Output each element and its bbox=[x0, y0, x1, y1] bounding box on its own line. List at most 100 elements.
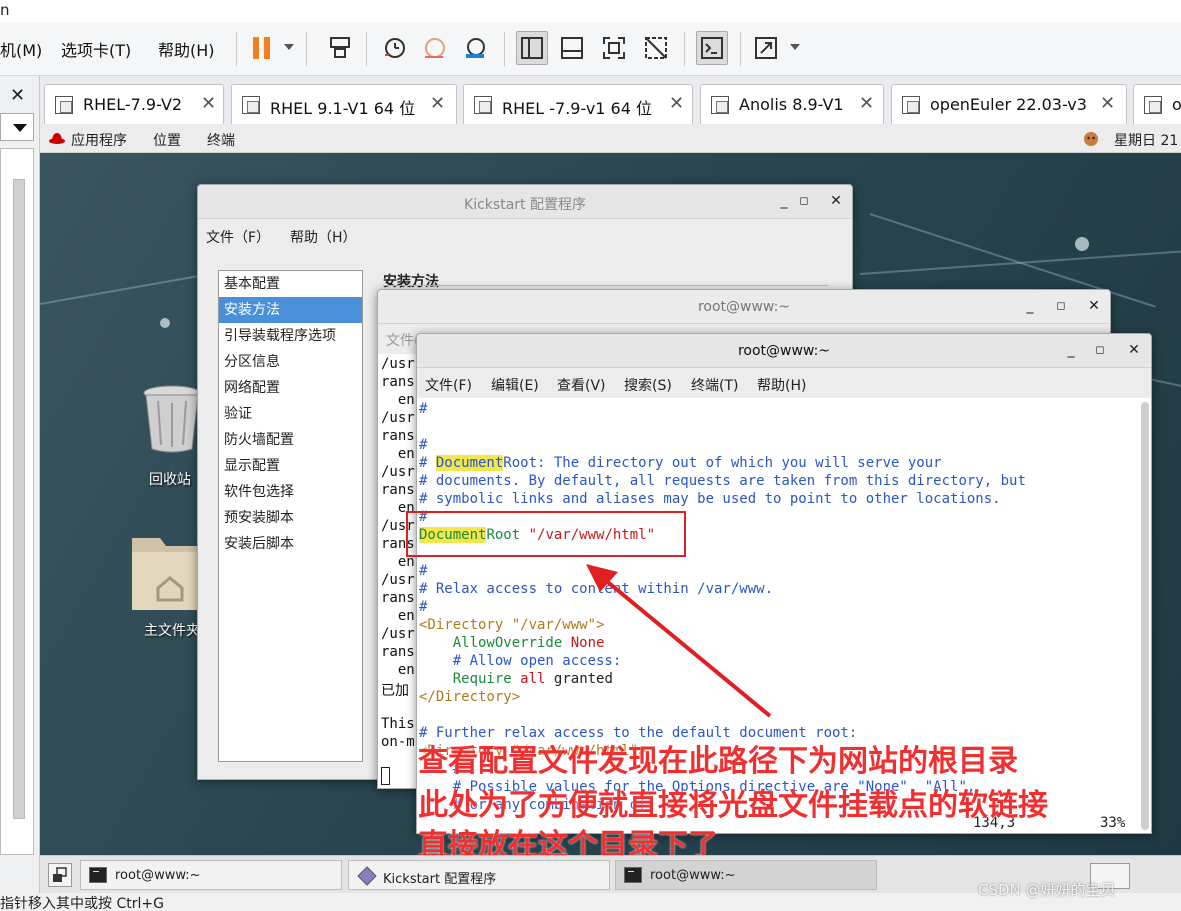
home-folder-label: 主文件夹 bbox=[144, 623, 200, 639]
library-scrollbar[interactable] bbox=[13, 179, 25, 819]
comment-text: Root: The directory out of which you wil… bbox=[503, 455, 942, 471]
menu-search[interactable]: 搜索(S) bbox=[624, 375, 672, 395]
wallpaper-dot bbox=[160, 318, 170, 328]
snapshot-manager-button[interactable] bbox=[459, 31, 491, 65]
vm-tab[interactable]: openEuler 22.03-v3 ✕ bbox=[891, 84, 1127, 124]
category-item[interactable]: 验证 bbox=[219, 401, 362, 427]
vm-tab[interactable]: RHEL 9.1-V1 64 位 ✕ bbox=[231, 84, 457, 124]
vm-tab-label: openEuler 22.03-v3 bbox=[930, 95, 1087, 114]
terminal-output-line: /usr bbox=[381, 626, 415, 642]
maximize-icon[interactable]: ◻ bbox=[796, 193, 812, 209]
close-library-icon[interactable]: ✕ bbox=[10, 85, 25, 106]
places-menu[interactable]: 位置 bbox=[153, 130, 181, 150]
directive-name: Require bbox=[452, 671, 512, 687]
terminal-output-line: /usr bbox=[381, 410, 415, 426]
pause-dropdown-caret[interactable] bbox=[284, 44, 294, 50]
terminal-titlebar[interactable]: root@www:~ _ ◻ ✕ bbox=[378, 290, 1110, 324]
maximize-icon[interactable]: ◻ bbox=[1092, 342, 1108, 358]
unity-button[interactable] bbox=[640, 31, 672, 65]
directive-value: granted bbox=[553, 671, 613, 687]
close-icon[interactable]: ✕ bbox=[1126, 342, 1142, 358]
terminal-scrollbar[interactable] bbox=[1141, 402, 1149, 830]
terminal-output-line: This bbox=[381, 716, 415, 732]
maximize-icon[interactable]: ◻ bbox=[1053, 298, 1069, 314]
close-icon[interactable]: ✕ bbox=[859, 93, 874, 114]
category-item[interactable]: 引导装载程序选项 bbox=[219, 323, 362, 349]
category-item-selected[interactable]: 安装方法 bbox=[219, 297, 362, 323]
category-item[interactable]: 安装后脚本 bbox=[219, 531, 362, 557]
vm-tab[interactable]: RHEL -7.9-v1 64 位 ✕ bbox=[463, 84, 693, 124]
vm-icon bbox=[711, 96, 729, 114]
library-filter-dropdown[interactable] bbox=[0, 113, 34, 141]
category-item[interactable]: 显示配置 bbox=[219, 453, 362, 479]
terminal-output-line: 已加 bbox=[381, 683, 409, 699]
menu-help[interactable]: 帮助（H） bbox=[290, 227, 357, 247]
minimize-icon[interactable]: _ bbox=[1063, 342, 1079, 358]
code-line: # bbox=[419, 437, 428, 453]
stretch-guest-button[interactable] bbox=[750, 31, 782, 65]
console-view-button[interactable] bbox=[696, 31, 728, 65]
taskbar-item-terminal[interactable]: root@www:~ bbox=[80, 860, 342, 890]
minimize-icon[interactable]: _ bbox=[776, 193, 792, 209]
directive-value: None bbox=[570, 635, 605, 651]
category-item[interactable]: 预安装脚本 bbox=[219, 505, 362, 531]
minimize-icon[interactable]: _ bbox=[1022, 298, 1038, 314]
terminal-output-line: rans bbox=[381, 428, 415, 444]
category-item[interactable]: 基本配置 bbox=[219, 271, 362, 297]
category-item[interactable]: 防火墙配置 bbox=[219, 427, 362, 453]
vm-icon bbox=[1144, 96, 1162, 114]
menu-edit[interactable]: 编辑(E) bbox=[491, 375, 539, 395]
menu-help[interactable]: 帮助(H) bbox=[158, 37, 215, 61]
vm-tab-bar: RHEL-7.9-V2 ✕ RHEL 9.1-V1 64 位 ✕ RHEL -7.9… bbox=[40, 76, 1181, 126]
thumbnail-bar-button[interactable] bbox=[556, 31, 588, 65]
terminal-titlebar[interactable]: root@www:~ _ ◻ ✕ bbox=[417, 334, 1151, 368]
menu-file[interactable]: 文件(F) bbox=[425, 375, 472, 395]
clock[interactable]: 星期日 21 bbox=[1114, 130, 1178, 150]
fullscreen-button[interactable] bbox=[598, 31, 630, 65]
menu-terminal[interactable]: 终端(T) bbox=[691, 375, 738, 395]
applications-menu[interactable]: 应用程序 bbox=[71, 130, 127, 150]
close-icon[interactable]: ✕ bbox=[1086, 298, 1102, 314]
toolbar-separator bbox=[504, 32, 505, 66]
toolbar-separator bbox=[366, 32, 367, 66]
menu-tabs[interactable]: 选项卡(T) bbox=[61, 37, 131, 61]
menu-file[interactable]: 文件（F） bbox=[206, 227, 270, 247]
pause-button[interactable] bbox=[246, 31, 278, 65]
terminal-app-menu[interactable]: 终端 bbox=[207, 130, 235, 150]
code-line: # bbox=[419, 563, 428, 579]
send-ctrl-alt-del-button[interactable] bbox=[324, 31, 356, 65]
code-line: # Allow open access: bbox=[419, 652, 622, 670]
menu-machine[interactable]: 机(M) bbox=[0, 37, 42, 61]
snapshot-button[interactable] bbox=[378, 31, 410, 65]
show-desktop-button[interactable] bbox=[48, 863, 72, 887]
close-icon[interactable]: ✕ bbox=[1100, 93, 1115, 114]
taskbar-item-label: root@www:~ bbox=[650, 868, 736, 883]
menu-view[interactable]: 查看(V) bbox=[557, 375, 606, 395]
library-tree bbox=[0, 148, 34, 855]
menu-help[interactable]: 帮助(H) bbox=[757, 375, 806, 395]
menu-file[interactable]: 文件( bbox=[386, 330, 419, 350]
close-icon[interactable]: ✕ bbox=[201, 93, 216, 114]
kickstart-titlebar[interactable]: Kickstart 配置程序 _ ◻ ✕ bbox=[198, 185, 852, 219]
annotation-line-2: 此处为了方便就直接将光盘文件挂载点的软链接 bbox=[418, 788, 1048, 823]
section-heading: 安装方法 bbox=[383, 274, 439, 290]
close-icon[interactable]: ✕ bbox=[430, 93, 445, 114]
taskbar-item-kickstart[interactable]: Kickstart 配置程序 bbox=[348, 860, 610, 890]
category-item[interactable]: 软件包选择 bbox=[219, 479, 362, 505]
close-icon[interactable]: ✕ bbox=[669, 93, 684, 114]
category-item[interactable]: 分区信息 bbox=[219, 349, 362, 375]
window-title: root@www:~ bbox=[737, 343, 831, 359]
vm-tab[interactable]: Anolis 8.9-V1 ✕ bbox=[700, 84, 884, 124]
show-library-button[interactable] bbox=[516, 31, 548, 65]
vm-tab[interactable]: RHEL-7.9-V2 ✕ bbox=[44, 84, 224, 124]
trash-desktop-icon[interactable] bbox=[140, 383, 204, 459]
revert-snapshot-button[interactable] bbox=[418, 31, 450, 65]
vm-tab[interactable]: o bbox=[1133, 84, 1181, 124]
taskbar-item-terminal-active[interactable]: root@www:~ bbox=[615, 860, 877, 890]
wallpaper-line bbox=[40, 273, 208, 305]
directive-keyword: all bbox=[520, 671, 546, 687]
category-item[interactable]: 网络配置 bbox=[219, 375, 362, 401]
terminal-output-line: rans bbox=[381, 644, 415, 660]
close-icon[interactable]: ✕ bbox=[828, 193, 844, 209]
stretch-dropdown-caret[interactable] bbox=[790, 44, 800, 50]
